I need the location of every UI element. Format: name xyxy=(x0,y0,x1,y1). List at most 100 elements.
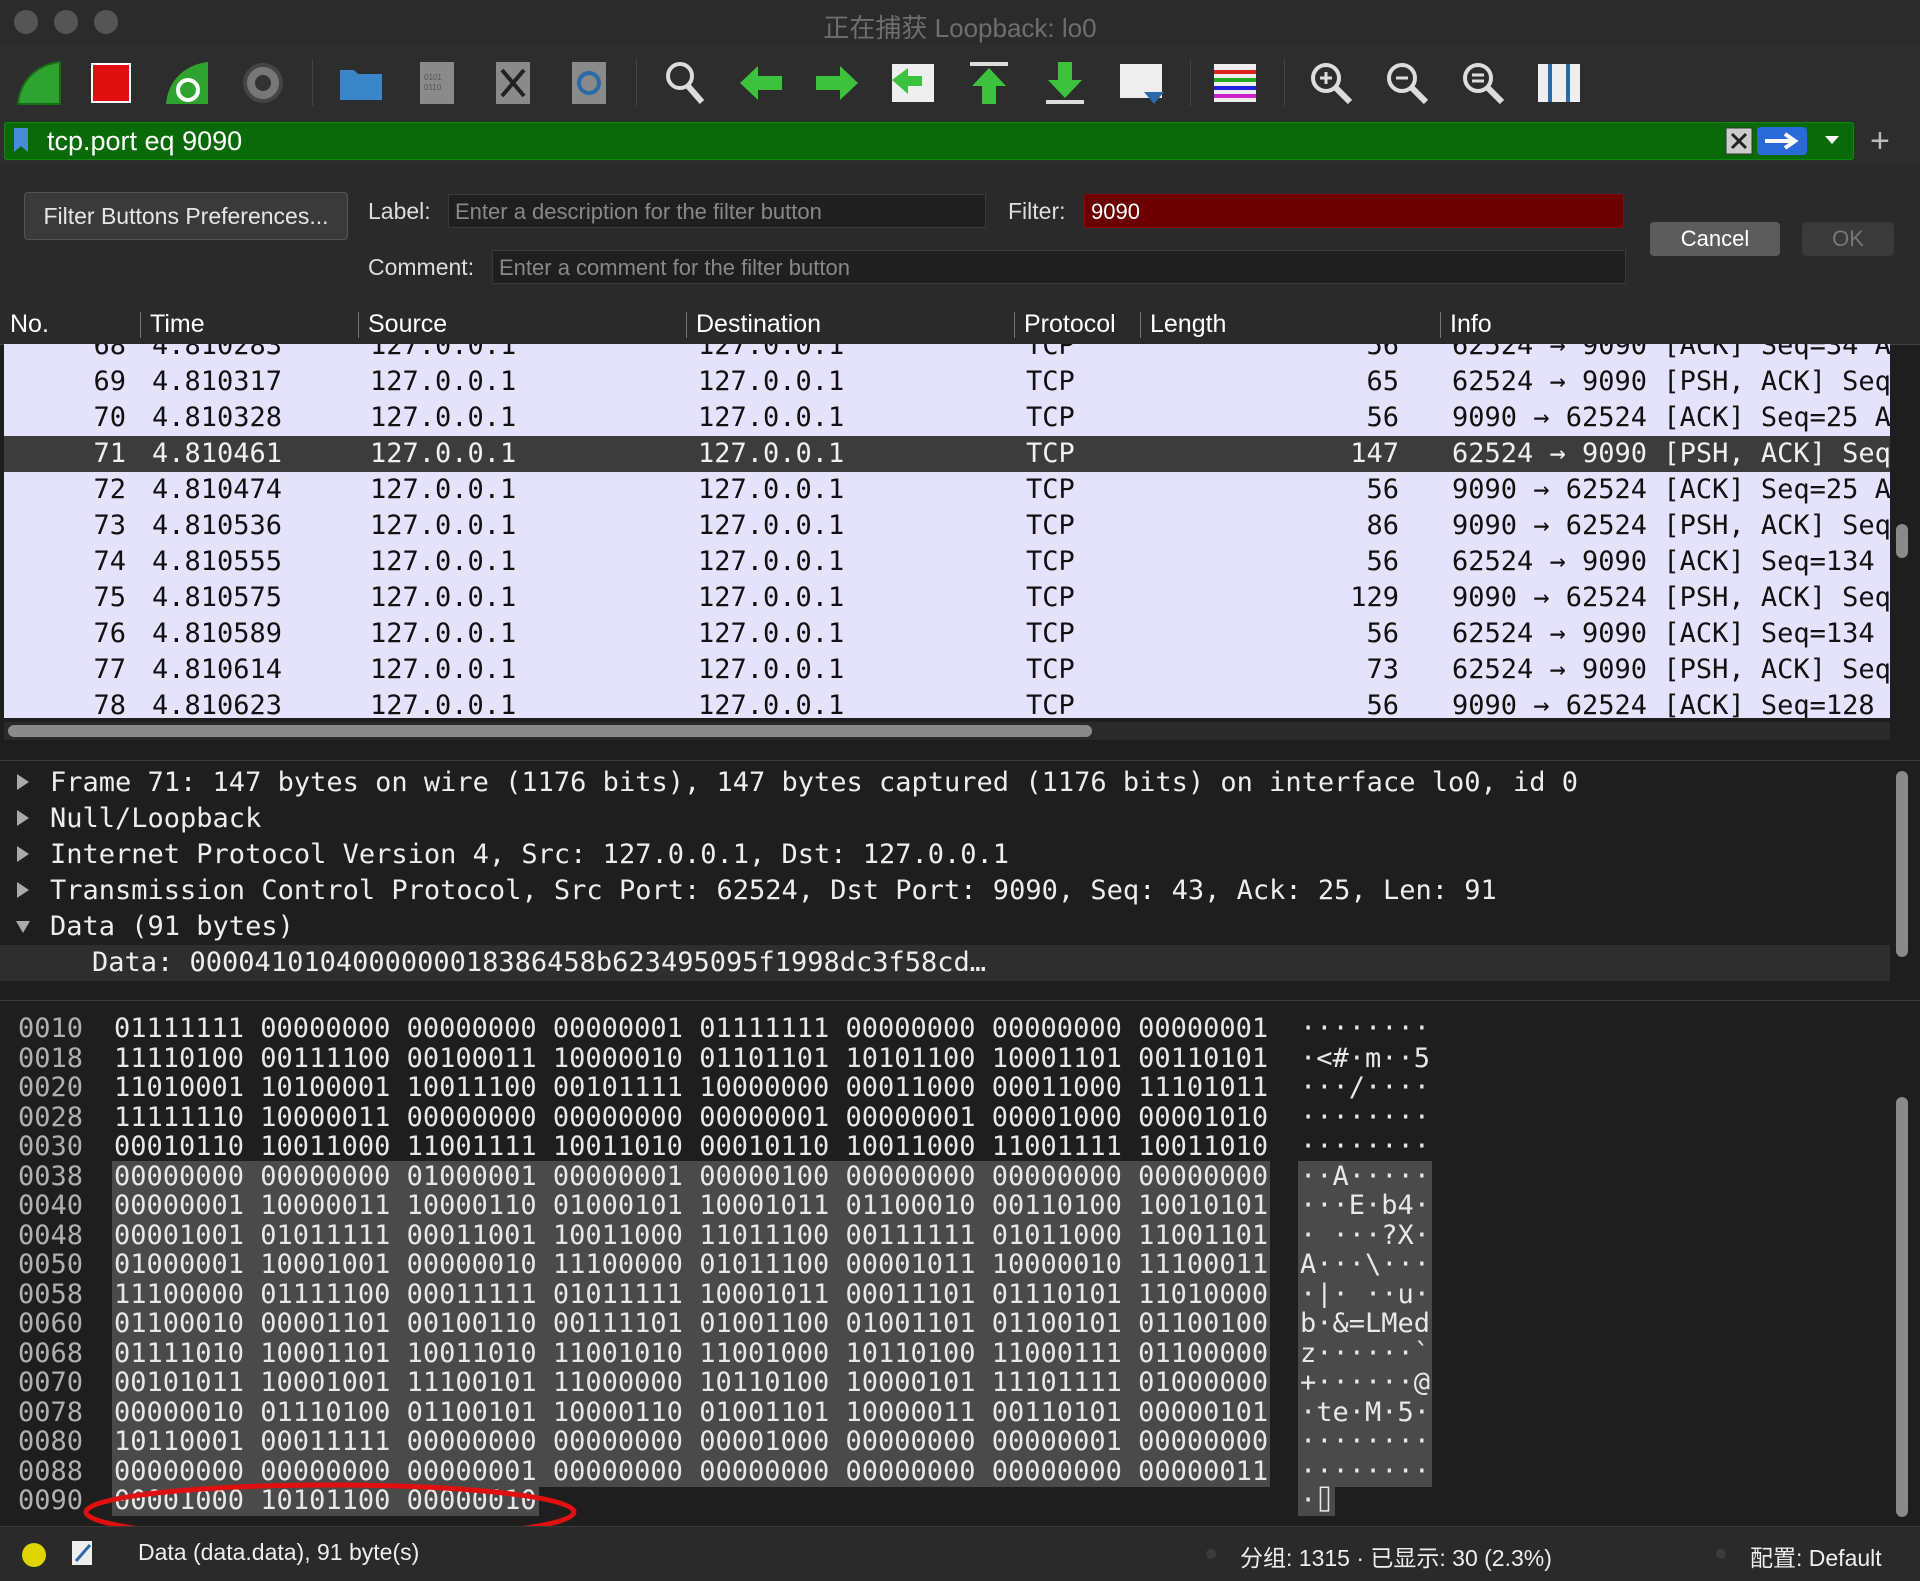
byte-offset[interactable]: 0078 xyxy=(18,1397,83,1428)
byte-ascii[interactable]: ···/···· xyxy=(1298,1072,1432,1103)
column-header-length[interactable]: Length xyxy=(1150,310,1226,339)
stop-capture-icon[interactable] xyxy=(84,56,138,110)
packet-row[interactable]: 71 4.810461 127.0.0.1 127.0.0.1 TCP 147 62524 … xyxy=(4,436,1890,472)
go-forward-icon[interactable] xyxy=(810,56,864,110)
byte-offset[interactable]: 0090 xyxy=(18,1485,83,1516)
byte-offset[interactable]: 0070 xyxy=(18,1367,83,1398)
byte-offset[interactable]: 0048 xyxy=(18,1220,83,1251)
byte-offset[interactable]: 0058 xyxy=(18,1279,83,1310)
label-input[interactable]: Enter a description for the filter butto… xyxy=(448,194,986,228)
expanded-arrow-icon[interactable] xyxy=(14,915,32,937)
filter-input[interactable]: 9090 xyxy=(1084,194,1624,228)
display-filter-input[interactable]: tcp.port eq 9090 xyxy=(4,122,1854,160)
capture-options-icon[interactable] xyxy=(236,56,290,110)
byte-offset[interactable]: 0018 xyxy=(18,1043,83,1074)
scrollbar-thumb[interactable] xyxy=(8,725,1092,737)
close-file-icon[interactable] xyxy=(486,56,540,110)
open-file-icon[interactable] xyxy=(334,56,388,110)
byte-hex[interactable]: 00101011 10001001 11100101 11000000 1011… xyxy=(112,1367,1271,1398)
byte-ascii[interactable]: ·<#·m··5 xyxy=(1298,1043,1432,1074)
detail-tree-item[interactable]: Transmission Control Protocol, Src Port:… xyxy=(0,873,1890,909)
go-last-icon[interactable] xyxy=(1038,56,1092,110)
byte-offset[interactable]: 0010 xyxy=(18,1013,83,1044)
clear-filter-icon[interactable] xyxy=(1725,127,1753,155)
packet-row[interactable]: 74 4.810555 127.0.0.1 127.0.0.1 TCP 56 62524 →… xyxy=(4,544,1890,580)
save-file-icon[interactable]: 0101 0110 xyxy=(410,56,464,110)
byte-ascii[interactable]: ···E·b4· xyxy=(1298,1190,1433,1221)
ok-button[interactable]: OK xyxy=(1802,222,1894,256)
collapsed-arrow-icon[interactable] xyxy=(14,879,32,901)
byte-hex[interactable]: 11111110 10000011 00000000 00000000 0000… xyxy=(112,1102,1270,1133)
byte-ascii[interactable]: +······@ xyxy=(1298,1367,1433,1398)
byte-offset[interactable]: 0068 xyxy=(18,1338,83,1369)
byte-ascii[interactable]: ········ xyxy=(1298,1102,1432,1133)
byte-hex[interactable]: 11110100 00111100 00100011 10000010 0110… xyxy=(112,1043,1270,1074)
byte-ascii[interactable]: b·&=LMed xyxy=(1298,1308,1433,1339)
byte-offset[interactable]: 0060 xyxy=(18,1308,83,1339)
normal-size-icon[interactable] xyxy=(1456,56,1510,110)
byte-hex[interactable]: 00000001 10000011 10000110 01000101 1000… xyxy=(112,1190,1271,1221)
byte-ascii[interactable]: z······` xyxy=(1298,1337,1433,1369)
start-capture-icon[interactable] xyxy=(12,56,66,110)
reload-file-icon[interactable] xyxy=(562,56,616,110)
cancel-button[interactable]: Cancel xyxy=(1650,222,1780,256)
byte-hex[interactable]: 00001001 01011111 00011001 10011000 1101… xyxy=(112,1219,1271,1251)
add-filter-button-icon[interactable]: + xyxy=(1870,122,1890,161)
colorize-icon[interactable] xyxy=(1208,56,1262,110)
byte-hex[interactable]: 01111010 10001101 10011010 11001010 1100… xyxy=(112,1337,1271,1369)
column-header-protocol[interactable]: Protocol xyxy=(1024,310,1116,339)
packet-row[interactable]: 70 4.810328 127.0.0.1 127.0.0.1 TCP 56 9090 → … xyxy=(4,400,1890,436)
packet-list-horizontal-scrollbar[interactable] xyxy=(4,722,1890,740)
zoom-in-icon[interactable] xyxy=(1304,56,1358,110)
byte-offset[interactable]: 0088 xyxy=(18,1456,83,1487)
byte-hex[interactable]: 01000001 10001001 00000010 11100000 0101… xyxy=(112,1249,1271,1280)
byte-offset[interactable]: 0038 xyxy=(18,1161,83,1192)
byte-ascii[interactable]: ·|·_··u· xyxy=(1298,1278,1433,1310)
packet-row[interactable]: 75 4.810575 127.0.0.1 127.0.0.1 TCP 129 9090 →… xyxy=(4,580,1890,616)
byte-offset[interactable]: 0030 xyxy=(18,1131,83,1162)
packet-row[interactable]: 73 4.810536 127.0.0.1 127.0.0.1 TCP 86 9090 → … xyxy=(4,508,1890,544)
status-profile[interactable]: 配置: Default xyxy=(1750,1539,1882,1573)
collapsed-arrow-icon[interactable] xyxy=(14,843,32,865)
detail-tree-item[interactable]: Internet Protocol Version 4, Src: 127.0.… xyxy=(0,837,1890,873)
packet-row[interactable]: 68 4.810283 127.0.0.1 127.0.0.1 TCP 56 62524 →… xyxy=(4,344,1890,364)
column-header-time[interactable]: Time xyxy=(150,310,205,339)
byte-hex[interactable]: 10110001 00011111 00000000 00000000 0000… xyxy=(112,1426,1271,1457)
byte-hex[interactable]: 01111111 00000000 00000000 00000001 0111… xyxy=(112,1013,1270,1044)
go-to-packet-icon[interactable] xyxy=(886,56,940,110)
packet-row[interactable]: 78 4.810623 127.0.0.1 127.0.0.1 TCP 56 9090 → … xyxy=(4,688,1890,718)
go-first-icon[interactable] xyxy=(962,56,1016,110)
packet-row[interactable]: 77 4.810614 127.0.0.1 127.0.0.1 TCP 73 62524 →… xyxy=(4,652,1890,688)
byte-ascii[interactable]: ········ xyxy=(1298,1426,1433,1457)
byte-hex[interactable]: 00000000 00000000 00000001 00000000 0000… xyxy=(112,1455,1271,1487)
filter-history-dropdown-icon[interactable] xyxy=(1823,131,1841,149)
byte-hex[interactable]: 01100010 00001101 00100110 00111101 0100… xyxy=(112,1308,1271,1339)
byte-hex[interactable]: 00001000 10101100 00000010 xyxy=(112,1485,539,1516)
go-back-icon[interactable] xyxy=(734,56,788,110)
display-filter-text[interactable]: tcp.port eq 9090 xyxy=(47,126,242,157)
find-packet-icon[interactable] xyxy=(658,56,712,110)
bytes-vertical-scrollbar[interactable] xyxy=(1896,1097,1908,1517)
autoscroll-icon[interactable] xyxy=(1114,56,1168,110)
byte-offset[interactable]: 0080 xyxy=(18,1426,83,1457)
packet-row[interactable]: 72 4.810474 127.0.0.1 127.0.0.1 TCP 56 9090 → … xyxy=(4,472,1890,508)
column-header-source[interactable]: Source xyxy=(368,310,447,339)
detail-tree-item[interactable]: Data: 0000410104000000018386458b62349509… xyxy=(0,945,1890,981)
details-vertical-scrollbar[interactable] xyxy=(1896,771,1908,957)
byte-hex[interactable]: 00010110 10011000 11001111 10011010 0001… xyxy=(112,1131,1270,1162)
byte-ascii[interactable]: ········ xyxy=(1298,1013,1432,1044)
byte-hex[interactable]: 00000010 01110100 01100101 10000110 0100… xyxy=(112,1396,1271,1428)
byte-offset[interactable]: 0050 xyxy=(18,1249,83,1280)
byte-hex[interactable]: 11100000 01111100 00011111 01011111 1000… xyxy=(112,1278,1271,1310)
column-header-info[interactable]: Info xyxy=(1450,310,1492,339)
capture-comment-icon[interactable] xyxy=(70,1539,96,1567)
byte-ascii[interactable]: ········ xyxy=(1298,1455,1433,1487)
bookmark-icon[interactable] xyxy=(13,127,29,153)
restart-capture-icon[interactable] xyxy=(160,56,214,110)
detail-tree-item[interactable]: Data (91 bytes) xyxy=(0,909,1890,945)
packet-row[interactable]: 76 4.810589 127.0.0.1 127.0.0.1 TCP 56 62524 →… xyxy=(4,616,1890,652)
detail-tree-item[interactable]: Null/Loopback xyxy=(0,801,1890,837)
collapsed-arrow-icon[interactable] xyxy=(14,771,32,793)
byte-ascii[interactable]: ········ xyxy=(1298,1131,1432,1162)
byte-hex[interactable]: 11010001 10100001 10011100 00101111 1000… xyxy=(112,1072,1270,1103)
